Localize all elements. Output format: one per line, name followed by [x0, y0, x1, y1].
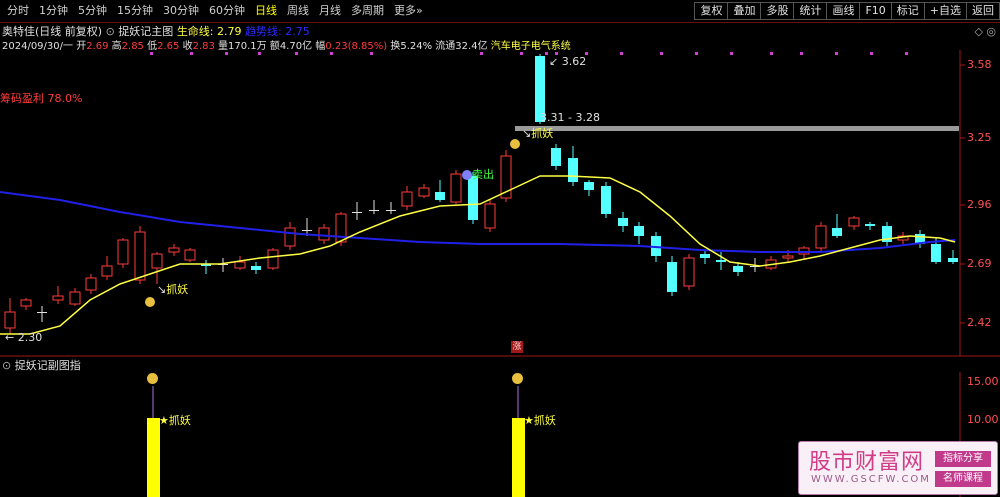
candle-body: [85, 277, 97, 291]
candle-body: [386, 210, 396, 211]
rise-marker: 涨: [511, 341, 523, 353]
sub-axis-15: 15.00: [967, 375, 999, 388]
price-axis-label: 2.96: [967, 198, 992, 211]
candle-body: [948, 258, 958, 262]
money-bag-icon: [147, 373, 158, 387]
signal-marker: [835, 52, 838, 55]
candle-body: [700, 254, 710, 258]
range-annotation: 3.31 - 3.28: [540, 111, 600, 124]
candle-body: [302, 230, 312, 231]
low-annotation: ← 2.30: [5, 331, 43, 344]
candle-body: [601, 186, 611, 214]
sell-signal: 卖出: [462, 166, 494, 182]
signal-marker: [520, 52, 523, 55]
money-bag-icon: [145, 297, 155, 307]
candle-body: [284, 227, 296, 247]
candle-body: [484, 203, 496, 229]
candle-body: [815, 225, 827, 249]
candle-body: [584, 182, 594, 190]
price-axis-label: 2.42: [967, 316, 992, 329]
price-axis-label: 3.25: [967, 131, 992, 144]
candle-body: [618, 218, 628, 226]
signal-marker: [695, 52, 698, 55]
price-ticks: [960, 64, 965, 324]
candle-body: [418, 187, 430, 197]
candle-body: [168, 247, 180, 253]
sell-face-icon: [462, 170, 472, 180]
candle-body: [4, 311, 16, 329]
candle-body: [865, 224, 875, 226]
candle-body: [568, 158, 578, 182]
chip-band: [515, 126, 959, 131]
money-bag-icon: [510, 139, 520, 149]
settings-icon[interactable]: ⊙: [2, 359, 11, 372]
signal-bar-2: [512, 418, 525, 497]
candle-body: [468, 176, 478, 220]
candle-body: [101, 265, 113, 277]
signal-marker: [905, 52, 908, 55]
candle-body: [20, 299, 32, 307]
sub-signal-2: ★抓妖: [524, 414, 556, 427]
candle-body: [69, 291, 81, 305]
top-markers: [150, 52, 908, 55]
candle-body: [450, 173, 462, 203]
signal-marker: [480, 52, 483, 55]
signal-marker: [225, 52, 228, 55]
candle-body: [184, 249, 196, 261]
price-axis-label: 2.69: [967, 257, 992, 270]
candle-body: [267, 249, 279, 269]
signal-marker: [620, 52, 623, 55]
candle-body: [667, 262, 677, 292]
sub-axis-10: 10.00: [967, 413, 999, 426]
signal-marker: [330, 52, 333, 55]
candle-body: [37, 312, 47, 313]
watermark-tag-2: 名师课程: [935, 471, 991, 487]
kline-chart[interactable]: [0, 0, 1000, 497]
candle-body: [782, 255, 794, 259]
candle-body: [931, 244, 941, 262]
signal-marker: [150, 52, 153, 55]
candle-body: [134, 231, 146, 281]
candle-body: [401, 191, 413, 207]
candle-body: [683, 257, 695, 287]
signal-marker: [800, 52, 803, 55]
signal-marker: [660, 52, 663, 55]
candle-body: [117, 239, 129, 265]
candle-body: [352, 212, 362, 213]
signal-marker: [190, 52, 193, 55]
candle-body: [733, 266, 743, 272]
signal-marker: [870, 52, 873, 55]
candle-body: [234, 261, 246, 269]
watermark-url: WWW.GSCFW.COM: [811, 474, 931, 485]
candle-body: [716, 260, 726, 262]
sub-chart-title[interactable]: ⊙ 捉妖记副图指: [2, 357, 81, 373]
signal-marker: [370, 52, 373, 55]
signal-bar-1: [147, 418, 160, 497]
signal-marker: [730, 52, 733, 55]
signal-marker: [770, 52, 773, 55]
candle-body: [832, 228, 842, 236]
candle-body: [151, 253, 163, 269]
signal-marker: [545, 52, 548, 55]
signal-marker: [258, 52, 261, 55]
candle-body: [551, 148, 561, 166]
buy-signal-2: ↘抓妖: [510, 125, 553, 149]
site-watermark: 股市财富网 WWW.GSCFW.COM 指标分享 名师课程: [798, 441, 998, 495]
signal-marker: [295, 52, 298, 55]
buy-signal-1: ↘抓妖: [145, 281, 188, 307]
sub-signal-1: ★抓妖: [159, 414, 191, 427]
candle-body: [251, 266, 261, 270]
money-bag-icon: [512, 373, 523, 387]
watermark-tag-1: 指标分享: [935, 451, 991, 467]
high-annotation: ↙ 3.62: [549, 55, 587, 68]
candle-body: [848, 217, 860, 227]
price-axis-label: 3.58: [967, 58, 992, 71]
candle-body: [318, 227, 330, 241]
candle-body: [435, 192, 445, 200]
watermark-title: 股市财富网: [809, 450, 925, 475]
candle-body: [52, 295, 64, 301]
candle-body: [634, 226, 644, 236]
candle-body: [369, 210, 379, 211]
